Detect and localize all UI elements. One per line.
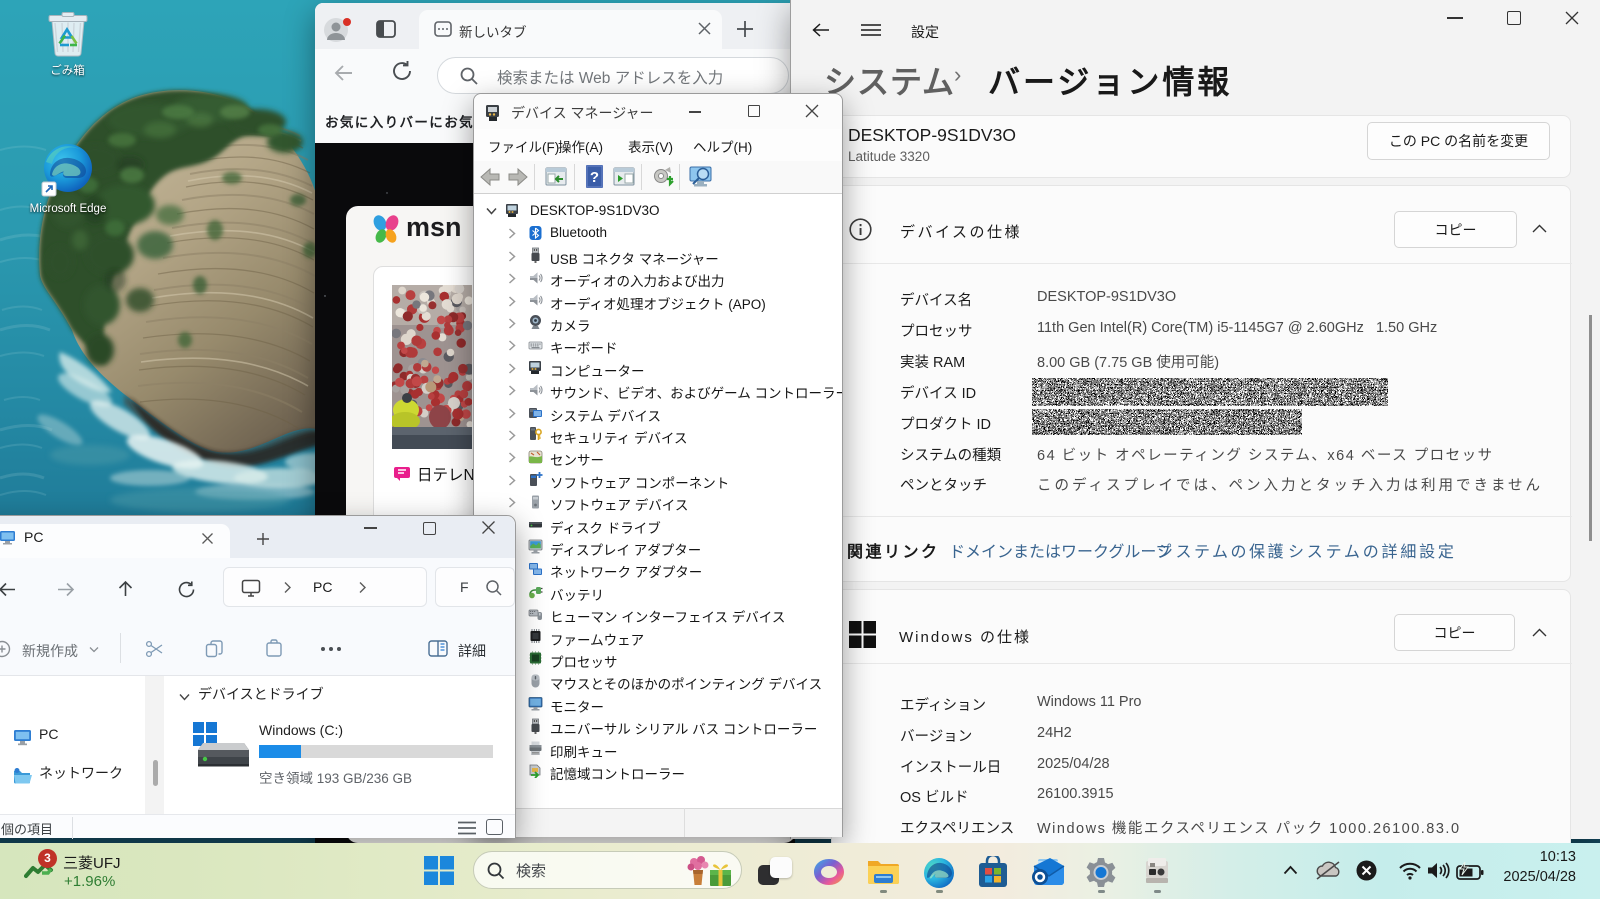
- svg-text:?: ?: [590, 169, 599, 186]
